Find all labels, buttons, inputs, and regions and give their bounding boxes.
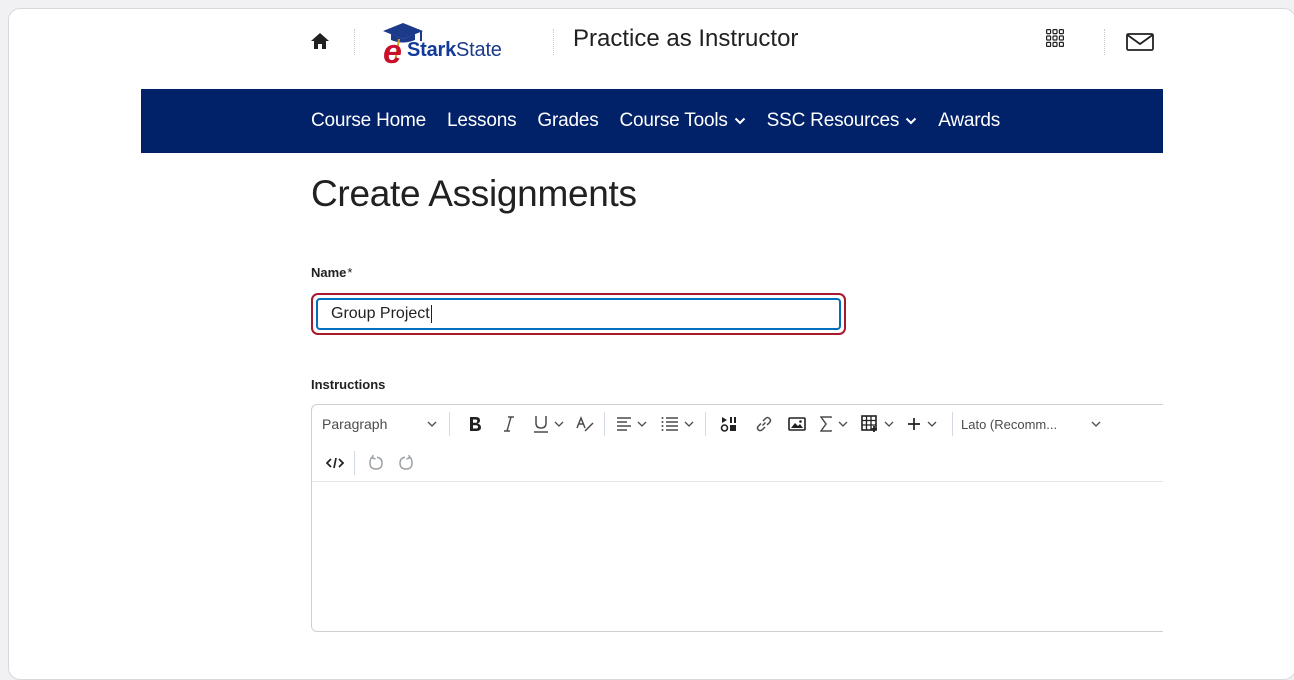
toolbar-separator — [604, 412, 605, 436]
toolbar-separator — [705, 412, 706, 436]
bold-button[interactable] — [458, 416, 492, 432]
block-format-value: Paragraph — [322, 416, 388, 432]
chevron-down-icon — [554, 421, 563, 427]
logo-text: StarkState — [407, 39, 502, 62]
logo-e: e — [383, 33, 402, 65]
instructions-label: Instructions — [311, 377, 386, 392]
underline-button[interactable] — [526, 415, 570, 433]
nav-item-awards[interactable]: Awards — [938, 110, 1000, 132]
nav-item-label: Course Home — [311, 110, 427, 131]
chevron-down-icon — [905, 117, 917, 125]
nav-item-course-tools[interactable]: Course Tools — [620, 110, 746, 132]
align-button[interactable] — [609, 417, 653, 431]
text-caret — [430, 305, 432, 323]
nav-item-label: SSC Resources — [766, 110, 900, 131]
align-icon — [616, 417, 631, 431]
header-separator — [1104, 29, 1105, 55]
underline-icon — [533, 416, 548, 433]
required-asterisk: * — [347, 265, 353, 280]
redo-button[interactable] — [391, 454, 421, 472]
course-navbar: Course Home Lessons Grades Course Tools … — [141, 89, 1163, 153]
source-code-icon — [326, 457, 344, 469]
chevron-down-icon — [684, 421, 693, 427]
nav-item-grades[interactable]: Grades — [537, 110, 598, 132]
text-color-icon — [576, 416, 594, 432]
italic-icon — [504, 416, 514, 432]
page-viewport: e StarkState Practice as Instructor Cour… — [9, 9, 1163, 679]
insert-more-icon — [908, 418, 920, 430]
name-input-value: Group Project — [331, 305, 430, 322]
insert-stuff-button[interactable] — [710, 415, 748, 433]
source-code-button[interactable] — [322, 457, 348, 469]
course-title[interactable]: Practice as Instructor — [573, 25, 798, 53]
chevron-down-icon — [1091, 421, 1101, 427]
nav-item-lessons[interactable]: Lessons — [447, 110, 517, 132]
name-input-focus-ring: Group Project — [311, 293, 846, 335]
block-format-select[interactable]: Paragraph — [322, 416, 441, 432]
chevron-down-icon — [884, 421, 893, 427]
name-input[interactable]: Group Project — [316, 298, 841, 330]
link-button[interactable] — [748, 415, 780, 433]
estarkstate-logo[interactable]: e StarkState — [377, 21, 537, 65]
chevron-down-icon — [734, 117, 745, 125]
page-title: Create Assignments — [311, 173, 637, 214]
image-icon — [788, 417, 806, 431]
header-separator — [553, 29, 554, 55]
toolbar-separator — [952, 412, 953, 436]
name-label: Name* — [311, 265, 352, 280]
browser-frame: e StarkState Practice as Instructor Cour… — [8, 8, 1294, 680]
instructions-editor-body[interactable] — [312, 482, 1163, 630]
equation-icon — [820, 416, 832, 432]
logo-text-rest: State — [456, 39, 502, 61]
nav-item-ssc-resources[interactable]: SSC Resources — [767, 110, 918, 132]
list-icon — [661, 417, 678, 431]
nav-item-label: Course Tools — [619, 110, 728, 131]
nav-item-label: Lessons — [447, 110, 517, 131]
site-header: e StarkState Practice as Instructor — [9, 9, 1163, 89]
toolbar-separator — [354, 451, 355, 475]
undo-button[interactable] — [361, 454, 391, 472]
insert-stuff-icon — [720, 417, 736, 432]
table-button[interactable] — [854, 415, 900, 433]
mail-icon[interactable] — [1126, 33, 1154, 51]
font-family-value: Lato (Recomm... — [961, 416, 1058, 432]
list-button[interactable] — [653, 417, 701, 431]
table-icon — [860, 415, 877, 432]
editor-toolbar-row-1: Paragraph Lato (Recomm... — [322, 406, 1101, 442]
italic-button[interactable] — [492, 416, 526, 432]
bold-icon — [470, 417, 481, 431]
insert-more-button[interactable] — [900, 417, 944, 431]
link-icon — [756, 416, 772, 432]
app-grid-icon[interactable] — [1046, 29, 1064, 47]
instructions-editor: Paragraph Lato (Recomm... — [311, 404, 1163, 632]
nav-item-course-home[interactable]: Course Home — [311, 110, 426, 132]
nav-item-label: Grades — [537, 110, 599, 131]
logo-text-bold: Stark — [407, 39, 457, 61]
chevron-down-icon — [927, 421, 937, 427]
header-separator — [354, 29, 355, 55]
editor-toolbar-row-2 — [322, 445, 421, 481]
chevron-down-icon — [637, 421, 646, 427]
nav-items: Course Home Lessons Grades Course Tools … — [311, 89, 1021, 153]
chevron-down-icon — [427, 421, 437, 427]
image-button[interactable] — [780, 416, 814, 432]
text-color-button[interactable] — [570, 416, 600, 432]
toolbar-separator — [449, 412, 450, 436]
chevron-down-icon — [838, 421, 848, 427]
equation-button[interactable] — [814, 416, 854, 432]
nav-item-label: Awards — [938, 110, 1001, 131]
font-family-select[interactable]: Lato (Recomm... — [961, 417, 1101, 432]
name-label-text: Name — [311, 265, 347, 280]
home-icon[interactable] — [309, 30, 331, 52]
undo-icon — [369, 454, 383, 470]
redo-icon — [399, 454, 413, 470]
